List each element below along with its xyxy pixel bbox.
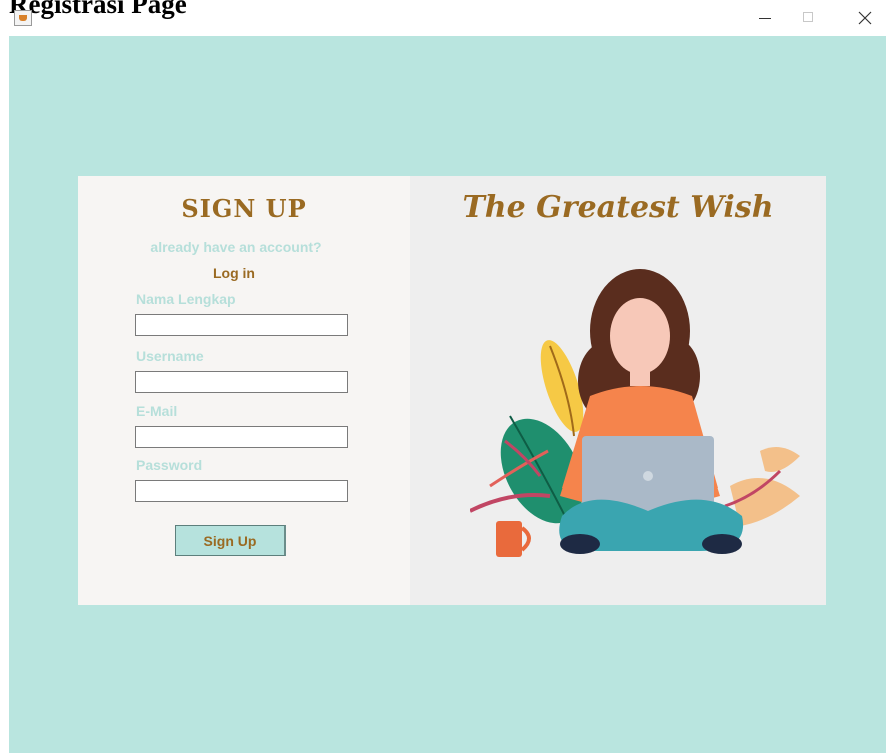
email-label: E-Mail: [136, 403, 178, 419]
maximize-icon[interactable]: [794, 6, 824, 30]
java-app-icon: [14, 10, 32, 26]
login-link[interactable]: Log in: [78, 265, 390, 281]
already-have-account-text: already have an account?: [150, 239, 322, 255]
username-label: Username: [136, 348, 204, 364]
window-titlebar: [0, 0, 886, 36]
signup-panel: SIGN UP already have an account? Log in …: [78, 176, 410, 605]
banner-title: The Greatest Wish: [462, 190, 774, 225]
signup-title: SIGN UP: [181, 194, 307, 223]
nama-lengkap-field[interactable]: [135, 314, 348, 336]
signup-button[interactable]: Sign Up: [175, 525, 286, 556]
banner-panel: The Greatest Wish: [410, 176, 826, 605]
minimize-icon[interactable]: [750, 6, 780, 30]
registration-card: SIGN UP already have an account? Log in …: [78, 176, 826, 605]
nama-lengkap-label: Nama Lengkap: [136, 291, 236, 307]
password-field[interactable]: [135, 480, 348, 502]
password-label: Password: [136, 457, 203, 473]
woman-with-laptop-illustration: [470, 269, 800, 557]
window-content: SIGN UP already have an account? Log in …: [9, 36, 886, 753]
email-field[interactable]: [135, 426, 348, 448]
username-field[interactable]: [135, 371, 348, 393]
close-icon[interactable]: [850, 6, 880, 30]
